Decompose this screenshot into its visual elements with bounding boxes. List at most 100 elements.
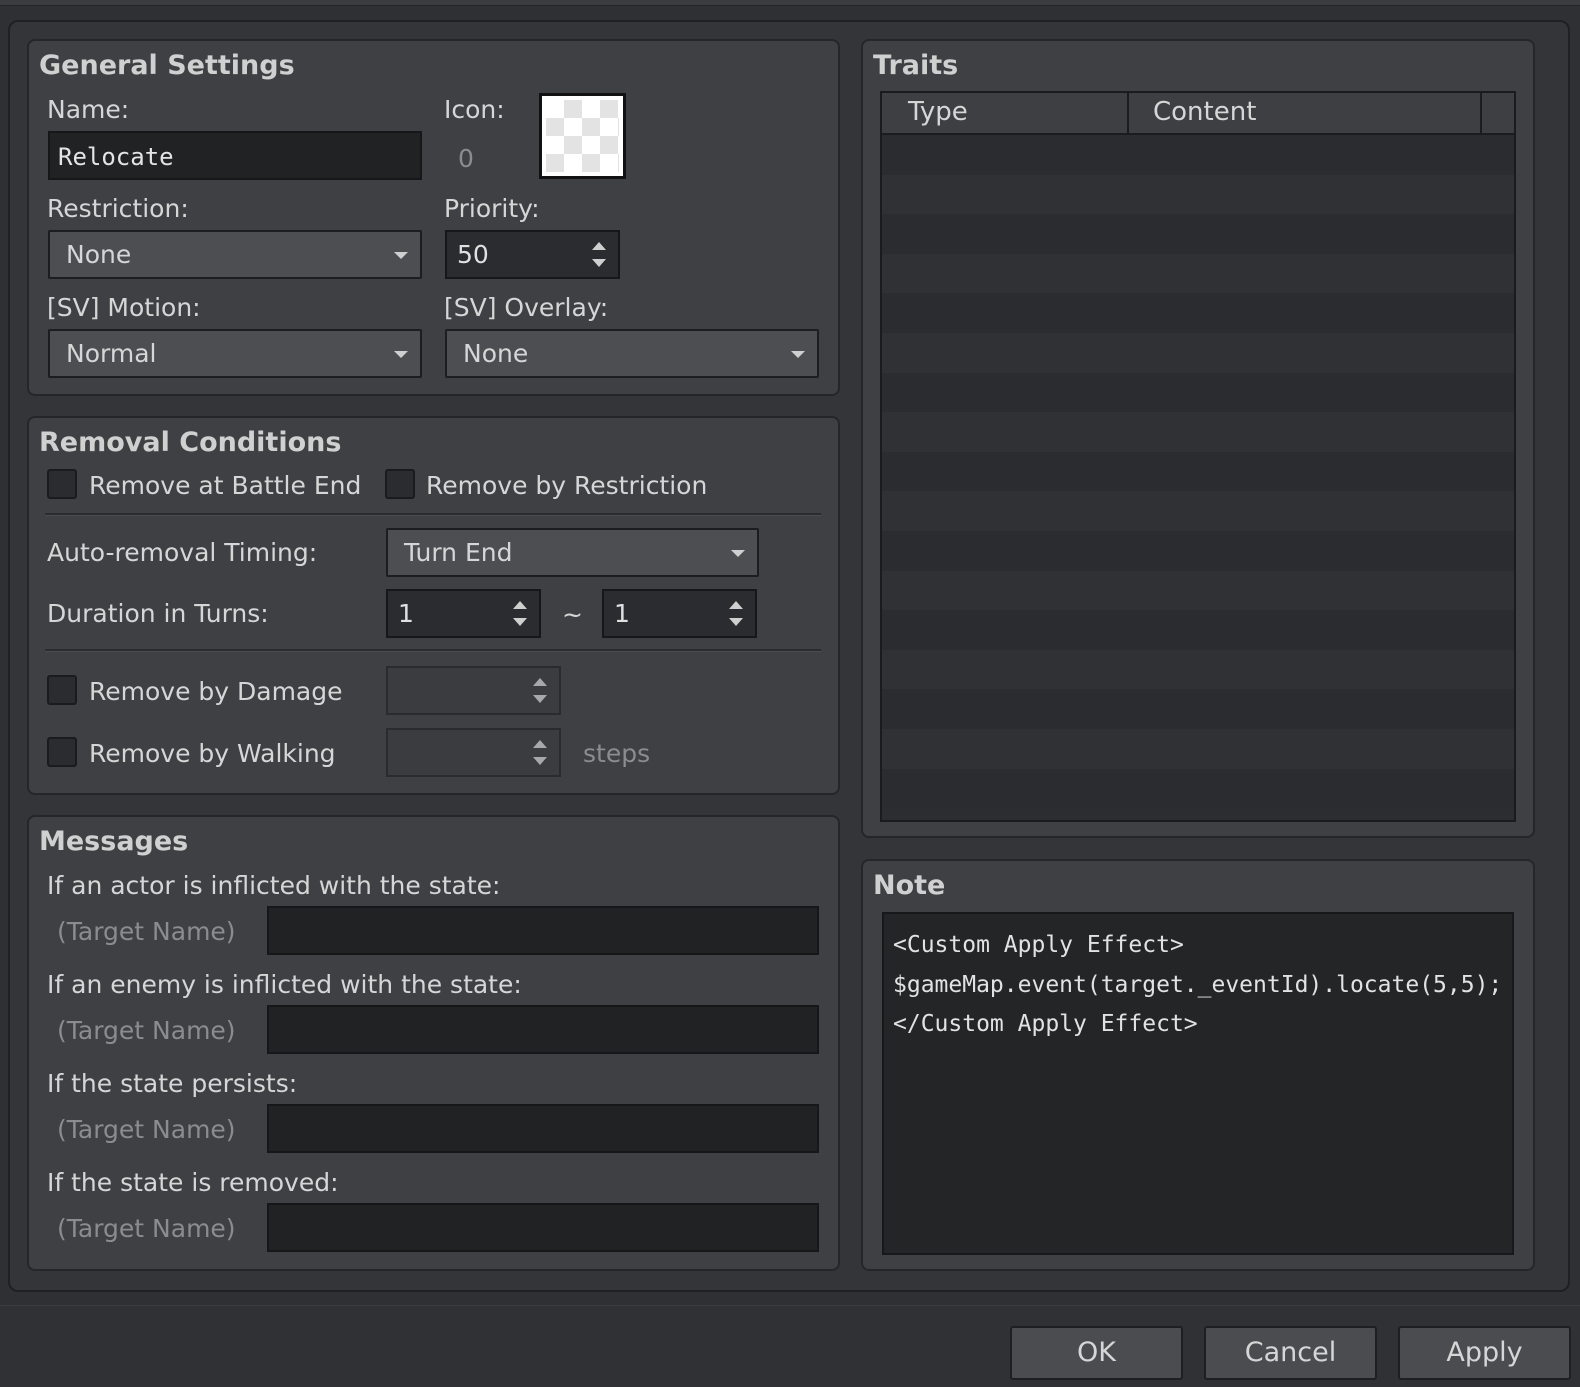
table-row[interactable] xyxy=(882,530,1514,571)
damage-checkbox[interactable] xyxy=(47,675,77,705)
spin-down-icon[interactable] xyxy=(729,618,743,626)
removed-message-label: If the state is removed: xyxy=(47,1168,339,1197)
table-row[interactable] xyxy=(882,610,1514,650)
duration-min-value: 1 xyxy=(398,599,414,628)
duration-separator: ~ xyxy=(562,600,583,629)
chevron-down-icon xyxy=(394,351,408,358)
table-row[interactable] xyxy=(882,649,1514,690)
enemy-target-name: (Target Name) xyxy=(57,1016,236,1045)
table-row[interactable] xyxy=(882,728,1514,769)
timing-dropdown[interactable]: Turn End xyxy=(386,528,759,577)
note-textarea[interactable]: <Custom Apply Effect> $gameMap.event(tar… xyxy=(882,912,1514,1255)
table-row[interactable] xyxy=(882,214,1514,254)
duration-label: Duration in Turns: xyxy=(47,599,269,628)
window-top-edge xyxy=(0,0,1580,6)
persists-message-input[interactable] xyxy=(267,1104,819,1153)
general-settings-title: General Settings xyxy=(39,50,295,81)
note-title: Note xyxy=(873,870,946,901)
spin-up-icon[interactable] xyxy=(533,740,547,748)
name-input[interactable]: Relocate xyxy=(48,131,422,180)
restriction-checkbox[interactable] xyxy=(385,469,415,499)
traits-table[interactable]: Type Content xyxy=(880,91,1516,822)
chevron-down-icon xyxy=(394,252,408,259)
restriction-removal-label[interactable]: Remove by Restriction xyxy=(426,471,707,500)
icon-picker[interactable] xyxy=(539,93,626,179)
priority-value: 50 xyxy=(457,240,489,269)
column-header-content[interactable]: Content xyxy=(1153,97,1256,127)
actor-message-input[interactable] xyxy=(267,906,819,955)
spin-up-icon[interactable] xyxy=(592,242,606,250)
duration-min-stepper[interactable]: 1 xyxy=(386,589,541,638)
actor-target-name: (Target Name) xyxy=(57,917,236,946)
icon-index: 0 xyxy=(458,144,474,173)
table-row[interactable] xyxy=(882,412,1514,452)
enemy-message-input[interactable] xyxy=(267,1005,819,1054)
table-row[interactable] xyxy=(882,293,1514,333)
steps-label: steps xyxy=(583,739,651,768)
table-row[interactable] xyxy=(882,570,1514,611)
table-row[interactable] xyxy=(882,135,1514,175)
persists-target-name: (Target Name) xyxy=(57,1115,236,1144)
battle-end-checkbox[interactable] xyxy=(47,469,77,499)
duration-max-stepper[interactable]: 1 xyxy=(602,589,757,638)
restriction-label: Restriction: xyxy=(47,194,189,223)
sv-overlay-dropdown[interactable]: None xyxy=(445,329,819,378)
messages-title: Messages xyxy=(39,826,189,857)
persists-message-label: If the state persists: xyxy=(47,1069,298,1098)
chevron-down-icon xyxy=(731,550,745,557)
column-divider xyxy=(1480,93,1482,133)
spin-up-icon[interactable] xyxy=(533,678,547,686)
cancel-button[interactable]: Cancel xyxy=(1204,1326,1377,1380)
traits-rows[interactable] xyxy=(882,135,1514,820)
divider xyxy=(45,649,821,652)
spin-up-icon[interactable] xyxy=(729,601,743,609)
priority-stepper[interactable]: 50 xyxy=(445,230,620,279)
apply-button[interactable]: Apply xyxy=(1398,1326,1571,1380)
table-row[interactable] xyxy=(882,689,1514,729)
timing-value: Turn End xyxy=(404,538,513,567)
restriction-dropdown[interactable]: None xyxy=(48,230,422,279)
restriction-value: None xyxy=(66,240,132,269)
walking-label[interactable]: Remove by Walking xyxy=(89,739,336,768)
spin-down-icon[interactable] xyxy=(533,757,547,765)
divider xyxy=(45,513,821,516)
icon-label: Icon: xyxy=(444,95,505,124)
damage-stepper[interactable] xyxy=(386,666,561,715)
table-row[interactable] xyxy=(882,491,1514,531)
column-divider xyxy=(1127,93,1129,133)
table-row[interactable] xyxy=(882,253,1514,294)
table-row[interactable] xyxy=(882,174,1514,215)
walking-checkbox[interactable] xyxy=(47,737,77,767)
actor-message-label: If an actor is inflicted with the state: xyxy=(47,871,501,900)
ok-button[interactable]: OK xyxy=(1010,1326,1183,1380)
damage-label[interactable]: Remove by Damage xyxy=(89,677,343,706)
removal-conditions-title: Removal Conditions xyxy=(39,427,342,458)
spin-down-icon[interactable] xyxy=(513,618,527,626)
sv-overlay-value: None xyxy=(463,339,529,368)
walking-stepper[interactable] xyxy=(386,728,561,777)
traits-table-header: Type Content xyxy=(882,93,1514,135)
removed-target-name: (Target Name) xyxy=(57,1214,236,1243)
removed-message-input[interactable] xyxy=(267,1203,819,1252)
table-row[interactable] xyxy=(882,372,1514,413)
sv-motion-dropdown[interactable]: Normal xyxy=(48,329,422,378)
spin-down-icon[interactable] xyxy=(592,259,606,267)
spin-down-icon[interactable] xyxy=(533,695,547,703)
table-row[interactable] xyxy=(882,768,1514,809)
timing-label: Auto-removal Timing: xyxy=(47,538,318,567)
empty-icon xyxy=(546,100,619,172)
table-row[interactable] xyxy=(882,451,1514,492)
enemy-message-label: If an enemy is inflicted with the state: xyxy=(47,970,522,999)
duration-max-value: 1 xyxy=(614,599,630,628)
chevron-down-icon xyxy=(791,351,805,358)
traits-title: Traits xyxy=(873,50,959,81)
sv-overlay-label: [SV] Overlay: xyxy=(444,293,609,322)
name-label: Name: xyxy=(47,95,130,124)
column-header-type[interactable]: Type xyxy=(908,97,968,127)
table-row[interactable] xyxy=(882,332,1514,373)
sv-motion-label: [SV] Motion: xyxy=(47,293,201,322)
sv-motion-value: Normal xyxy=(66,339,157,368)
battle-end-label[interactable]: Remove at Battle End xyxy=(89,471,361,500)
priority-label: Priority: xyxy=(444,194,540,223)
spin-up-icon[interactable] xyxy=(513,601,527,609)
